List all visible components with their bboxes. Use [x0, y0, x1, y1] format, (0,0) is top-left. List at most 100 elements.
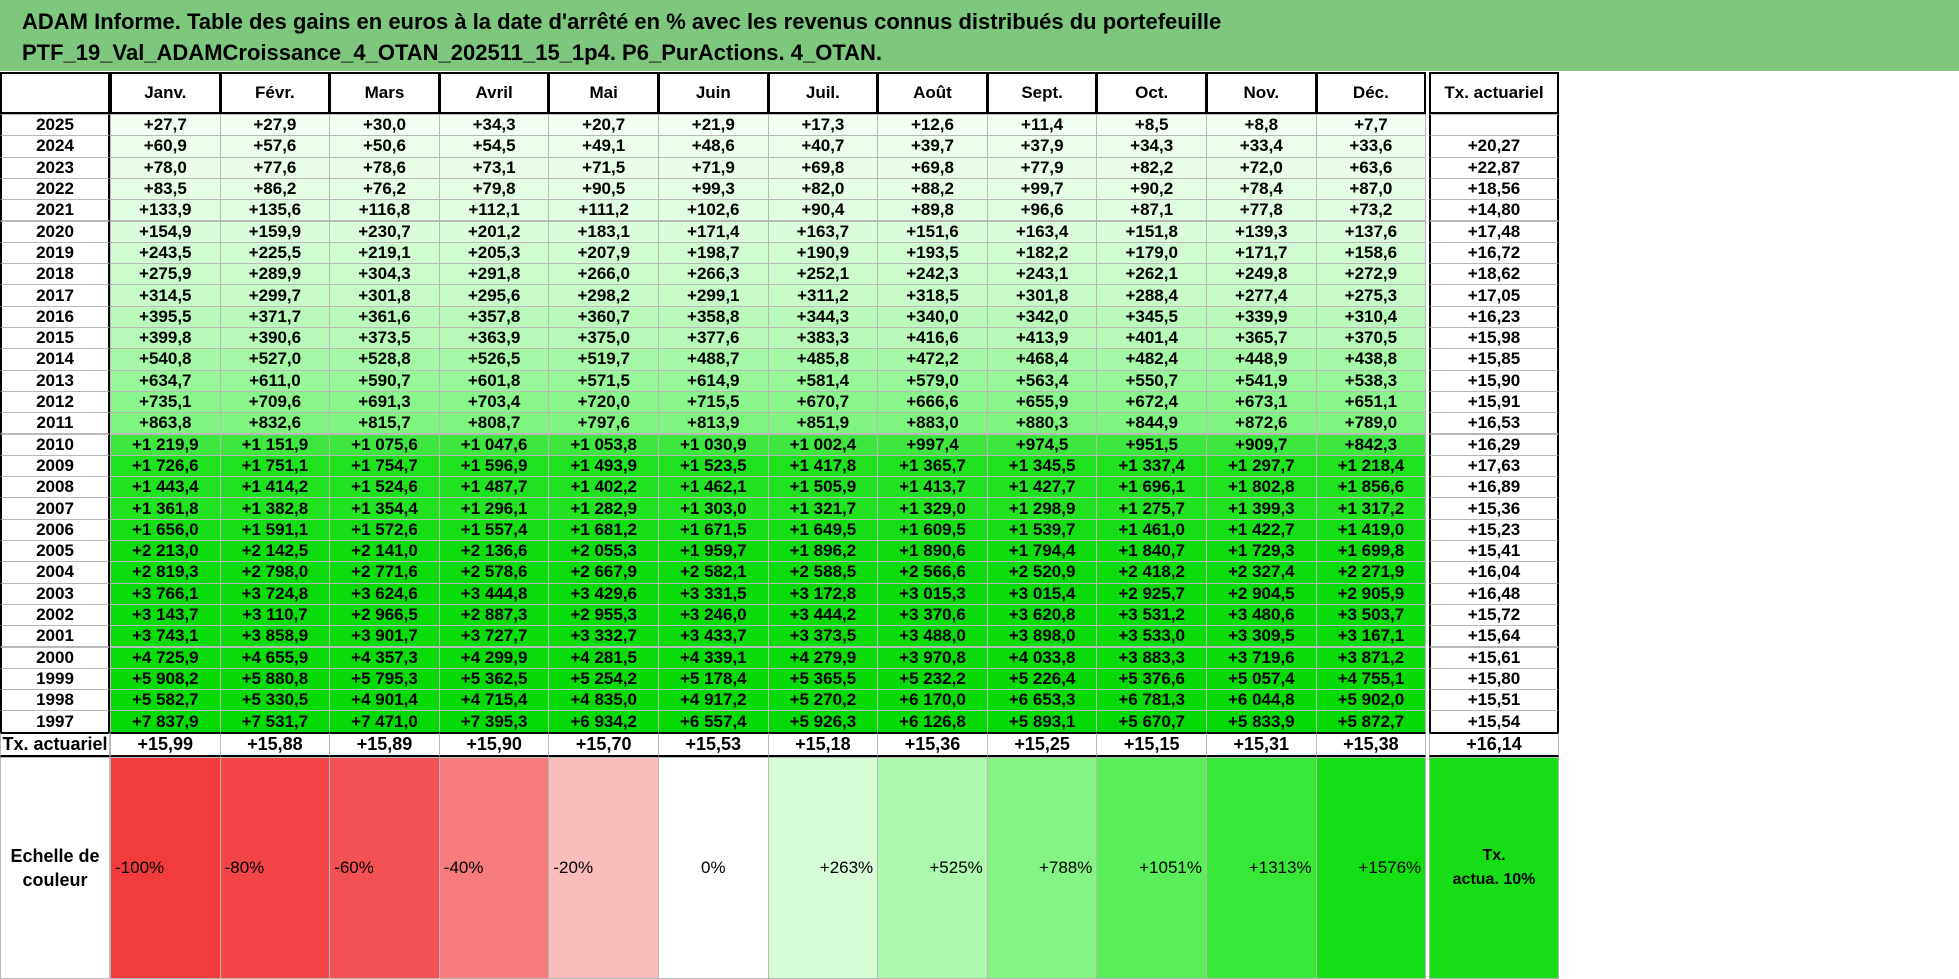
month-header: Août	[877, 72, 988, 114]
table-cell: +3 503,7	[1315, 603, 1427, 627]
table-cell: +102,6	[658, 199, 769, 222]
table-cell: +5 833,9	[1206, 710, 1317, 733]
table-cell: +395,5	[110, 305, 221, 328]
table-cell: +1 303,0	[658, 497, 769, 520]
table-cell: +225,5	[219, 241, 331, 265]
row-rate-value: +17,48	[1429, 220, 1559, 243]
table-cell: +997,4	[877, 433, 988, 456]
table-cell: +691,3	[329, 390, 440, 414]
color-scale-label-line-1: Echelle de	[10, 845, 100, 866]
footer-month-rate: +15,70	[548, 731, 659, 757]
table-cell: +342,0	[986, 305, 1098, 328]
table-cell: +50,6	[329, 135, 440, 158]
row-rate-value: +15,85	[1429, 348, 1559, 371]
table-cell: +1 493,9	[548, 454, 659, 478]
table-cell: +291,8	[438, 263, 550, 286]
row-year-label: 2023	[0, 156, 110, 179]
table-cell: +83,5	[110, 177, 221, 201]
table-cell: +1 656,0	[110, 518, 221, 541]
table-cell: +3 110,7	[219, 603, 331, 627]
row-rate-value: +16,23	[1429, 305, 1559, 328]
table-cell: +1 414,2	[219, 476, 331, 499]
table-cell: +614,9	[658, 369, 769, 392]
table-cell: +6 044,8	[1206, 689, 1317, 712]
table-cell: +1 890,6	[877, 540, 988, 563]
table-cell: +289,9	[219, 263, 331, 286]
table-cell: +375,0	[548, 327, 659, 350]
row-year-label: 2016	[0, 305, 110, 328]
table-cell: +5 270,2	[767, 689, 879, 712]
table-cell: +5 330,5	[219, 689, 331, 712]
table-cell: +275,3	[1315, 284, 1427, 307]
table-corner-cell	[0, 72, 110, 114]
row-year-label: 2022	[0, 177, 110, 201]
table-cell: +277,4	[1206, 284, 1317, 307]
table-cell: +1 754,7	[329, 454, 440, 478]
table-cell: +2 771,6	[329, 561, 440, 584]
table-cell: +1 840,7	[1096, 540, 1207, 563]
table-cell: +219,1	[329, 241, 440, 265]
table-cell: +1 539,7	[986, 518, 1098, 541]
table-cell: +6 653,3	[986, 689, 1098, 712]
footer-month-rate: +15,88	[219, 731, 331, 757]
table-cell: +27,9	[219, 114, 331, 137]
table-cell: +2 141,0	[329, 540, 440, 563]
table-cell: +541,9	[1206, 369, 1317, 392]
table-cell: +1 802,8	[1206, 476, 1317, 499]
table-cell: +1 365,7	[877, 454, 988, 478]
row-year-label: 2007	[0, 497, 110, 520]
table-cell: +815,7	[329, 412, 440, 435]
table-cell: +151,6	[877, 220, 988, 243]
table-cell: +3 309,5	[1206, 625, 1317, 648]
table-cell: +71,9	[658, 156, 769, 179]
row-rate-value: +18,62	[1429, 263, 1559, 286]
table-cell: +163,4	[986, 220, 1098, 243]
table-cell: +272,9	[1315, 263, 1427, 286]
row-rate-value: +16,48	[1429, 582, 1559, 605]
table-cell: +345,5	[1096, 305, 1207, 328]
row-rate-value: +15,80	[1429, 667, 1559, 691]
table-cell: +4 901,4	[329, 689, 440, 712]
table-cell: +655,9	[986, 390, 1098, 414]
table-cell: +5 362,5	[438, 667, 550, 691]
table-cell: +77,6	[219, 156, 331, 179]
footer-month-rate: +15,90	[438, 731, 550, 757]
table-cell: +133,9	[110, 199, 221, 222]
table-cell: +39,7	[877, 135, 988, 158]
table-cell: +207,9	[548, 241, 659, 265]
table-cell: +360,7	[548, 305, 659, 328]
table-cell: +1 671,5	[658, 518, 769, 541]
color-scale-rate-swatch: Tx. actua. 10%	[1429, 756, 1559, 979]
table-cell: +399,8	[110, 327, 221, 350]
table-cell: +159,9	[219, 220, 331, 243]
table-cell: +3 724,8	[219, 582, 331, 605]
table-cell: +1 591,1	[219, 518, 331, 541]
row-rate-value: +15,90	[1429, 369, 1559, 392]
table-cell: +12,6	[877, 114, 988, 137]
table-cell: +634,7	[110, 369, 221, 392]
table-cell: +2 925,7	[1096, 582, 1207, 605]
table-cell: +4 339,1	[658, 646, 769, 669]
table-cell: +137,6	[1315, 220, 1427, 243]
table-cell: +5 926,3	[767, 710, 879, 733]
table-cell: +198,7	[658, 241, 769, 265]
table-cell: +71,5	[548, 156, 659, 179]
table-cell: +252,1	[767, 263, 879, 286]
row-rate-value: +18,56	[1429, 177, 1559, 201]
table-cell: +90,5	[548, 177, 659, 201]
table-cell: +8,5	[1096, 114, 1207, 137]
table-cell: +670,7	[767, 390, 879, 414]
table-cell: +1 151,9	[219, 433, 331, 456]
table-cell: +266,3	[658, 263, 769, 286]
table-cell: +1 337,4	[1096, 454, 1207, 478]
table-cell: +5 902,0	[1315, 689, 1427, 712]
table-cell: +171,7	[1206, 241, 1317, 265]
table-cell: +7 531,7	[219, 710, 331, 733]
color-scale-swatch: +1576%	[1315, 756, 1427, 979]
row-year-label: 2003	[0, 582, 110, 605]
table-cell: +4 281,5	[548, 646, 659, 669]
table-cell: +1 696,1	[1096, 476, 1207, 499]
table-cell: +485,8	[767, 348, 879, 371]
month-header: Févr.	[219, 72, 331, 114]
table-cell: +880,3	[986, 412, 1098, 435]
